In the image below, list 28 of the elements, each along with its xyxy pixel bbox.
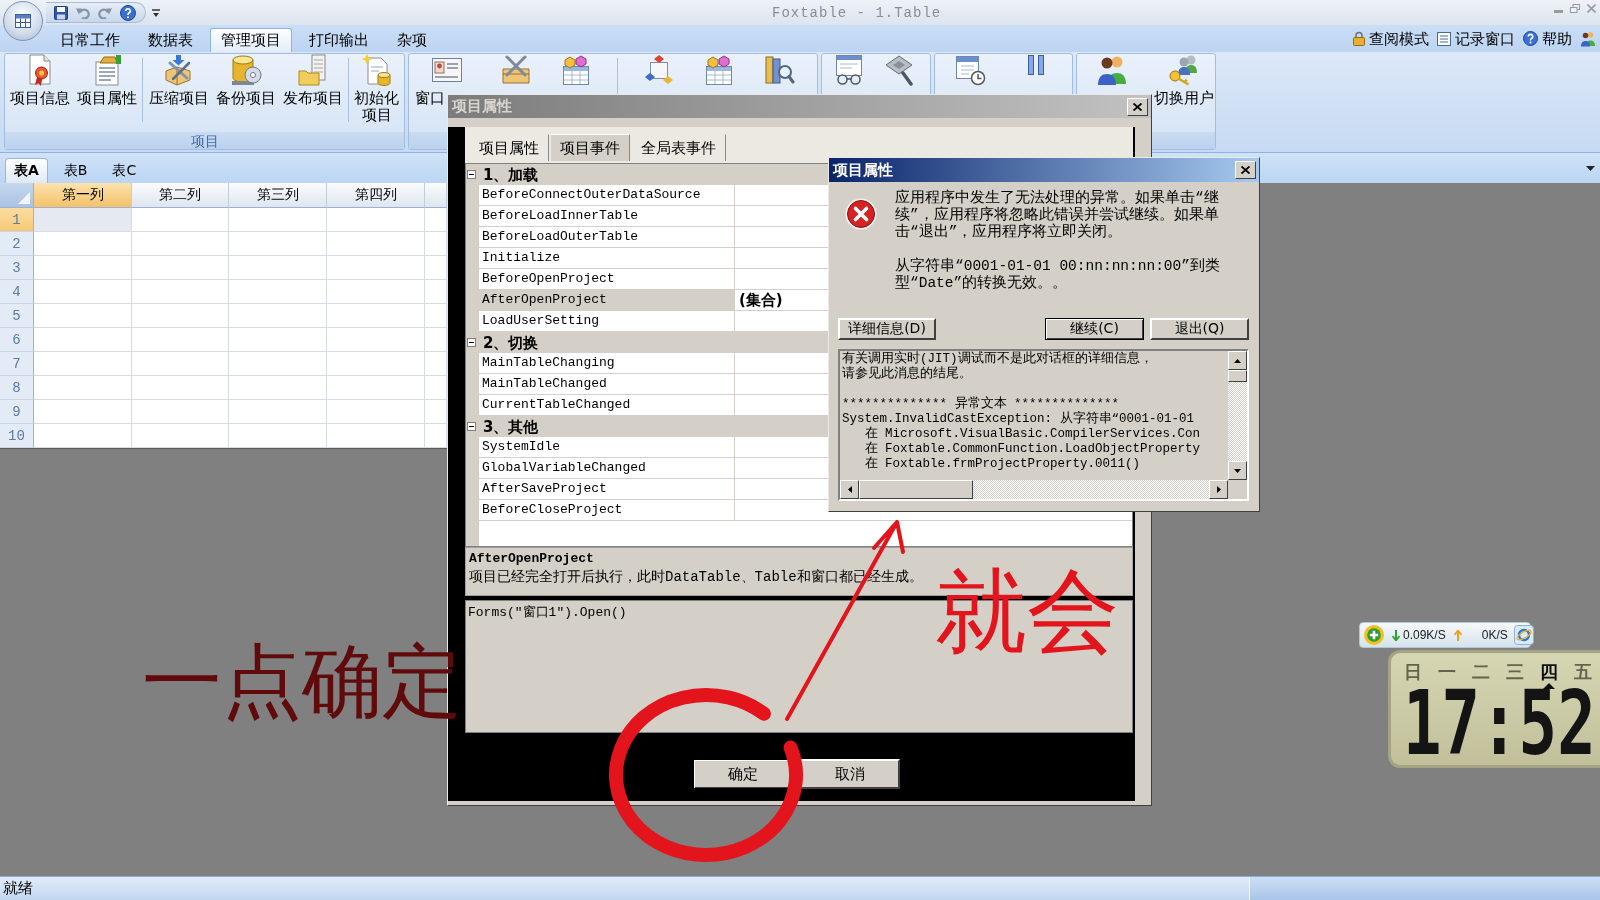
weekday-label: 日 [1404, 663, 1422, 681]
category-label: 3、其他 [483, 417, 539, 436]
weekday-label: 三 [1506, 663, 1524, 681]
details-line: 有关调用实时(JIT)调试而不是此对话框的详细信息， [842, 352, 1153, 366]
error-message: 应用程序中发生了无法处理的异常。如果单击“继续”，应用程序将忽略此错误并尝试继续。如果单击“退出”，应用程序将立即关闭。 [895, 190, 1220, 241]
details-line: 请参见此消息的结尾。 [842, 367, 972, 382]
weekday-label: 一 [1438, 663, 1456, 681]
error-detail: 从字符串“0001-01-01 00:nn:nn:nn:00”到类型“Date”的转换无效。。 [895, 258, 1221, 292]
status-text: 就绪 [3, 879, 33, 898]
details-line: ************** 异常文本 ************** [842, 397, 1120, 411]
details-line: System.InvalidCastException: 从字符串“0001-01-01 [842, 412, 1195, 426]
category-label: 2、切换 [483, 333, 539, 352]
clock-time: 17:52 [1403, 690, 1597, 758]
weekday-label: 四 [1540, 663, 1558, 681]
description-title: AfterOpenProject [469, 551, 594, 567]
upload-speed: 0K/S [1481, 628, 1508, 642]
details-line: 在 Foxtable.CommonFunction.LoadObjectProperty [863, 442, 1201, 456]
download-speed: 0.09K/S [1403, 628, 1446, 642]
window-title: Foxtable - 1.Table [772, 4, 942, 21]
details-line: 在 Foxtable.frmProjectProperty.0011() [863, 457, 1141, 472]
dialog-title: 项目属性 [452, 97, 512, 116]
category-label: 1、加载 [483, 165, 539, 184]
property-value: (集合) [739, 291, 783, 309]
details-line: 在 Microsoft.VisualBasic.CompilerServices.Con [863, 427, 1201, 441]
weekday-label: 二 [1472, 663, 1490, 681]
weekday-label: 五 [1574, 663, 1592, 681]
group-label: 项目 [190, 132, 219, 149]
dialog-title: 项目属性 [833, 160, 893, 180]
